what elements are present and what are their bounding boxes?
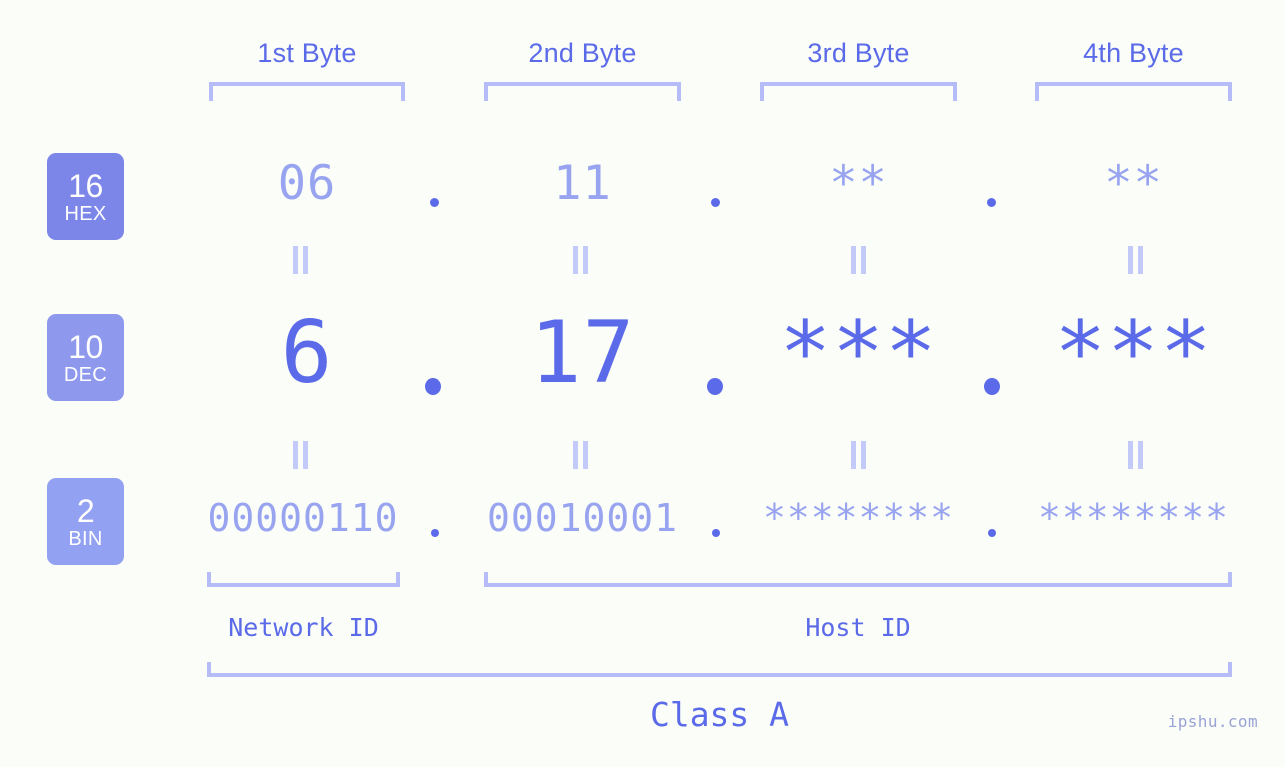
dec-byte-3-value: *** <box>779 303 938 403</box>
host-id-label: Host ID <box>805 613 911 642</box>
base-badge-dec-number: 10 <box>68 328 103 365</box>
dec-separator-dot-1 <box>425 378 441 395</box>
equals-mark-dec-bin-1 <box>293 441 309 469</box>
dec-byte-1-value: 6 <box>280 303 334 403</box>
site-watermark: ipshu.com <box>1167 712 1258 731</box>
byte-header-2-label: 2nd Byte <box>528 38 637 68</box>
byte-bracket-4 <box>1035 82 1232 101</box>
dec-byte-4-value: *** <box>1054 303 1213 403</box>
bin-byte-1-value: 00000110 <box>207 496 399 540</box>
base-badge-bin-name: BIN <box>68 527 103 550</box>
byte-bracket-2 <box>484 82 681 101</box>
equals-mark-dec-bin-4 <box>1128 441 1144 469</box>
base-badge-hex-name: HEX <box>64 202 107 225</box>
base-badge-bin-number: 2 <box>76 492 95 529</box>
bin-byte-4-value: ******** <box>1037 496 1230 540</box>
host-id-bracket <box>484 572 1232 587</box>
equals-mark-dec-bin-2 <box>573 441 589 469</box>
base-badge-bin: 2 BIN <box>47 478 124 565</box>
byte-header-1-label: 1st Byte <box>257 38 357 68</box>
byte-header-2: 2nd Byte <box>484 32 681 74</box>
hex-byte-2-value: 11 <box>553 156 612 211</box>
bin-separator-dot-3 <box>988 529 996 537</box>
equals-mark-hex-dec-2 <box>573 246 589 274</box>
byte-header-4: 4th Byte <box>1035 32 1232 74</box>
network-id-bracket <box>207 572 400 587</box>
base-badge-hex-number: 16 <box>68 167 103 204</box>
byte-header-3-label: 3rd Byte <box>807 38 910 68</box>
base-badge-dec: 10 DEC <box>47 314 124 401</box>
byte-bracket-1 <box>209 82 405 101</box>
hex-separator-dot-2 <box>711 198 720 207</box>
bin-separator-dot-2 <box>712 529 720 537</box>
byte-header-1: 1st Byte <box>209 32 405 74</box>
equals-mark-hex-dec-1 <box>293 246 309 274</box>
byte-header-3: 3rd Byte <box>760 32 957 74</box>
hex-byte-1-value: 06 <box>277 156 337 211</box>
equals-mark-hex-dec-3 <box>851 246 867 274</box>
dec-separator-dot-2 <box>707 378 723 395</box>
equals-mark-dec-bin-3 <box>851 441 867 469</box>
equals-mark-hex-dec-4 <box>1128 246 1144 274</box>
byte-bracket-3 <box>760 82 957 101</box>
base-badge-hex: 16 HEX <box>47 153 124 240</box>
class-bracket <box>207 662 1232 677</box>
class-label: Class A <box>649 695 790 734</box>
network-id-label: Network ID <box>228 613 379 642</box>
dec-byte-2-value: 17 <box>529 303 636 403</box>
bin-byte-2-value: 00010001 <box>486 496 679 540</box>
hex-byte-3-value: ** <box>829 156 888 211</box>
hex-byte-4-value: ** <box>1104 156 1163 211</box>
base-badge-dec-name: DEC <box>63 363 108 386</box>
hex-separator-dot-3 <box>987 198 996 207</box>
dec-separator-dot-3 <box>984 378 1000 395</box>
hex-separator-dot-1 <box>430 198 439 207</box>
bin-separator-dot-1 <box>431 529 439 537</box>
byte-header-4-label: 4th Byte <box>1083 38 1184 68</box>
bin-byte-3-value: ******** <box>762 496 955 540</box>
ip-breakdown-diagram: 1st Byte 2nd Byte 3rd Byte 4th Byte 16 H… <box>0 0 1285 767</box>
